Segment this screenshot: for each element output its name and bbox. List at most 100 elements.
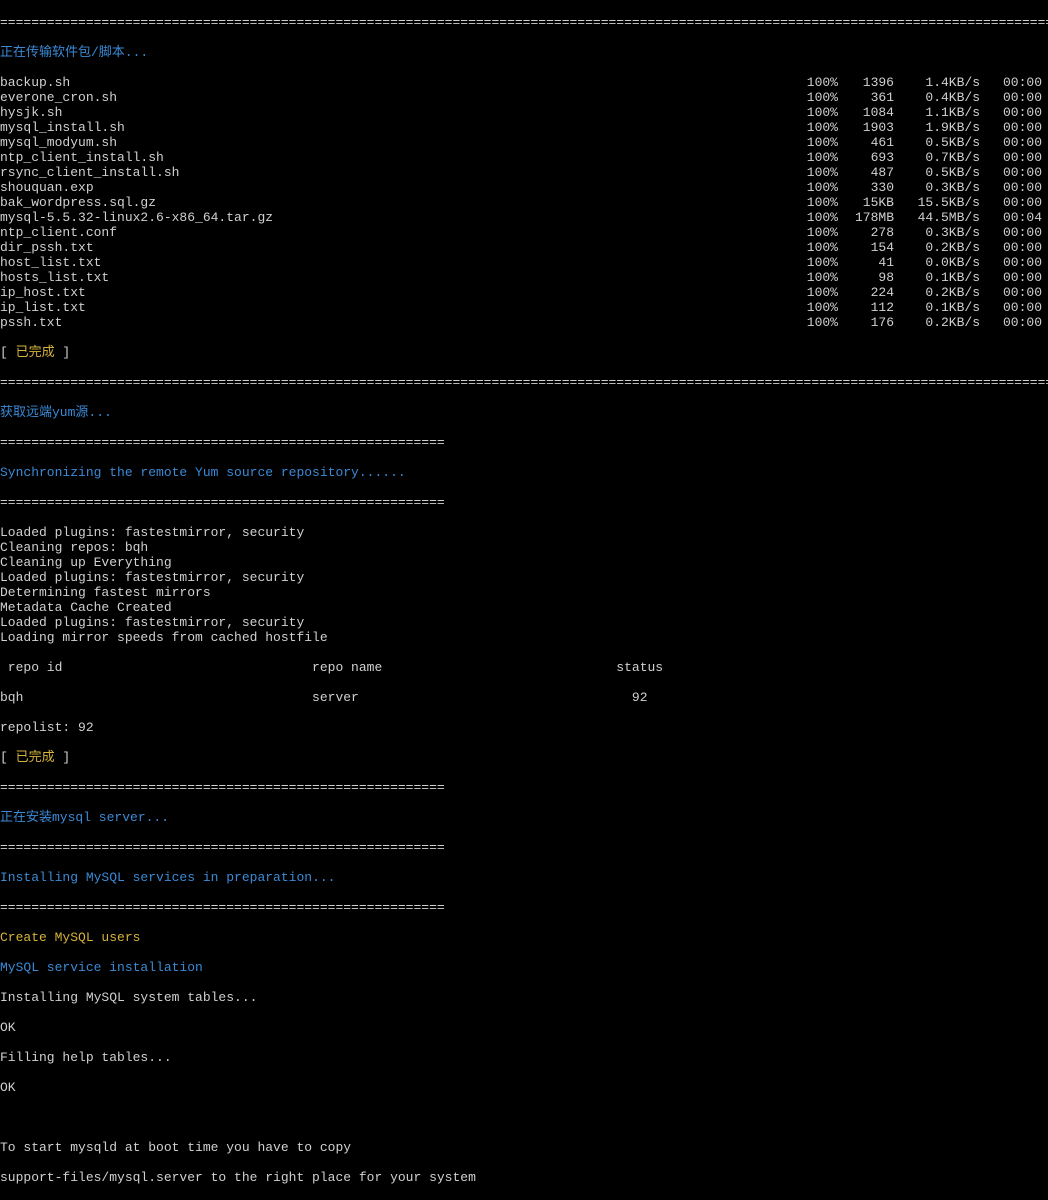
- transfer-percent: 100%: [792, 75, 838, 90]
- separator-line: ========================================…: [0, 900, 1048, 915]
- transfer-percent: 100%: [792, 120, 838, 135]
- transfer-percent: 100%: [792, 105, 838, 120]
- separator-line: ========================================…: [0, 375, 1048, 390]
- transfer-row: hosts_list.txt100%980.1KB/s00:00: [0, 270, 1048, 285]
- terminal-output: ========================================…: [0, 0, 1048, 1200]
- transfer-filename: ip_list.txt: [0, 300, 86, 315]
- transfer-filename: ntp_client_install.sh: [0, 150, 164, 165]
- transfer-row: backup.sh100%13961.4KB/s00:00: [0, 75, 1048, 90]
- transfer-size: 278: [838, 225, 894, 240]
- transfer-percent: 100%: [792, 210, 838, 225]
- section-header-mysql: 正在安装mysql server...: [0, 810, 1048, 825]
- transfer-row: ip_list.txt100%1120.1KB/s00:00: [0, 300, 1048, 315]
- transfer-percent: 100%: [792, 165, 838, 180]
- transfer-size: 487: [838, 165, 894, 180]
- transfer-time: 00:00: [980, 120, 1048, 135]
- repo-row: bqh server 92: [0, 690, 1048, 705]
- yum-output-line: Loaded plugins: fastestmirror, security: [0, 570, 1048, 585]
- yum-output-line: Loaded plugins: fastestmirror, security: [0, 525, 1048, 540]
- mysql-prep: Installing MySQL services in preparation…: [0, 870, 1048, 885]
- transfer-size: 330: [838, 180, 894, 195]
- transfer-time: 00:00: [980, 255, 1048, 270]
- transfer-size: 41: [838, 255, 894, 270]
- transfer-filename: mysql-5.5.32-linux2.6-x86_64.tar.gz: [0, 210, 273, 225]
- sync-message: Synchronizing the remote Yum source repo…: [0, 465, 1048, 480]
- transfer-time: 00:00: [980, 150, 1048, 165]
- transfer-percent: 100%: [792, 195, 838, 210]
- transfer-speed: 0.3KB/s: [894, 225, 980, 240]
- transfer-percent: 100%: [792, 150, 838, 165]
- done-line: [ 已完成 ]: [0, 750, 1048, 765]
- transfer-filename: hysjk.sh: [0, 105, 62, 120]
- yum-output-line: Loading mirror speeds from cached hostfi…: [0, 630, 1048, 645]
- transfer-filename: everone_cron.sh: [0, 90, 117, 105]
- transfer-percent: 100%: [792, 255, 838, 270]
- mysql-service-install: MySQL service installation: [0, 960, 1048, 975]
- transfer-time: 00:00: [980, 240, 1048, 255]
- done-label: 已完成: [16, 345, 55, 360]
- transfer-speed: 0.0KB/s: [894, 255, 980, 270]
- transfer-speed: 0.4KB/s: [894, 90, 980, 105]
- done-label: 已完成: [16, 750, 55, 765]
- transfer-size: 176: [838, 315, 894, 330]
- transfer-filename: mysql_modyum.sh: [0, 135, 117, 150]
- section-header-yum: 获取远端yum源...: [0, 405, 1048, 420]
- transfer-size: 693: [838, 150, 894, 165]
- yum-output-line: Cleaning repos: bqh: [0, 540, 1048, 555]
- transfer-speed: 0.2KB/s: [894, 315, 980, 330]
- transfer-speed: 0.1KB/s: [894, 300, 980, 315]
- transfer-time: 00:00: [980, 180, 1048, 195]
- transfer-size: 98: [838, 270, 894, 285]
- transfer-speed: 1.1KB/s: [894, 105, 980, 120]
- transfer-row: ntp_client.conf100%2780.3KB/s00:00: [0, 225, 1048, 240]
- transfer-filename: pssh.txt: [0, 315, 62, 330]
- transfer-filename: mysql_install.sh: [0, 120, 125, 135]
- transfer-percent: 100%: [792, 315, 838, 330]
- transfer-filename: bak_wordpress.sql.gz: [0, 195, 156, 210]
- ok-line: OK: [0, 1020, 1048, 1035]
- transfer-percent: 100%: [792, 285, 838, 300]
- transfer-time: 00:00: [980, 165, 1048, 180]
- transfer-percent: 100%: [792, 135, 838, 150]
- transfer-row: rsync_client_install.sh100%4870.5KB/s00:…: [0, 165, 1048, 180]
- separator-line: ========================================…: [0, 840, 1048, 855]
- boot-msg2: support-files/mysql.server to the right …: [0, 1170, 1048, 1185]
- transfer-size: 1084: [838, 105, 894, 120]
- transfer-percent: 100%: [792, 180, 838, 195]
- transfer-filename: shouquan.exp: [0, 180, 94, 195]
- blank-line: [0, 1110, 1048, 1125]
- yum-output-line: Metadata Cache Created: [0, 600, 1048, 615]
- transfer-size: 1396: [838, 75, 894, 90]
- transfer-size: 1903: [838, 120, 894, 135]
- transfer-size: 15KB: [838, 195, 894, 210]
- separator-line: ========================================…: [0, 495, 1048, 510]
- transfer-size: 461: [838, 135, 894, 150]
- transfer-time: 00:00: [980, 285, 1048, 300]
- mysql-tables1: Installing MySQL system tables...: [0, 990, 1048, 1005]
- yum-output-line: Loaded plugins: fastestmirror, security: [0, 615, 1048, 630]
- mysql-create-users: Create MySQL users: [0, 930, 1048, 945]
- transfer-row: mysql_install.sh 100%19031.9KB/s00:00: [0, 120, 1048, 135]
- mysql-tables2: Filling help tables...: [0, 1050, 1048, 1065]
- transfer-speed: 0.7KB/s: [894, 150, 980, 165]
- separator-line: ========================================…: [0, 15, 1048, 30]
- transfer-time: 00:00: [980, 300, 1048, 315]
- transfer-speed: 44.5MB/s: [894, 210, 980, 225]
- transfer-percent: 100%: [792, 240, 838, 255]
- transfer-speed: 0.5KB/s: [894, 135, 980, 150]
- transfer-row: host_list.txt100%410.0KB/s00:00: [0, 255, 1048, 270]
- repolist: repolist: 92: [0, 720, 1048, 735]
- yum-output: Loaded plugins: fastestmirror, securityC…: [0, 525, 1048, 645]
- separator-line: ========================================…: [0, 435, 1048, 450]
- transfer-speed: 1.9KB/s: [894, 120, 980, 135]
- transfer-speed: 0.2KB/s: [894, 285, 980, 300]
- transfer-filename: ntp_client.conf: [0, 225, 117, 240]
- transfer-filename: dir_pssh.txt: [0, 240, 94, 255]
- transfer-speed: 0.1KB/s: [894, 270, 980, 285]
- transfer-row: mysql-5.5.32-linux2.6-x86_64.tar.gz100%1…: [0, 210, 1048, 225]
- transfer-speed: 0.2KB/s: [894, 240, 980, 255]
- transfer-size: 361: [838, 90, 894, 105]
- done-line: [ 已完成 ]: [0, 345, 1048, 360]
- transfer-time: 00:00: [980, 90, 1048, 105]
- transfer-list: backup.sh100%13961.4KB/s00:00everone_cro…: [0, 75, 1048, 330]
